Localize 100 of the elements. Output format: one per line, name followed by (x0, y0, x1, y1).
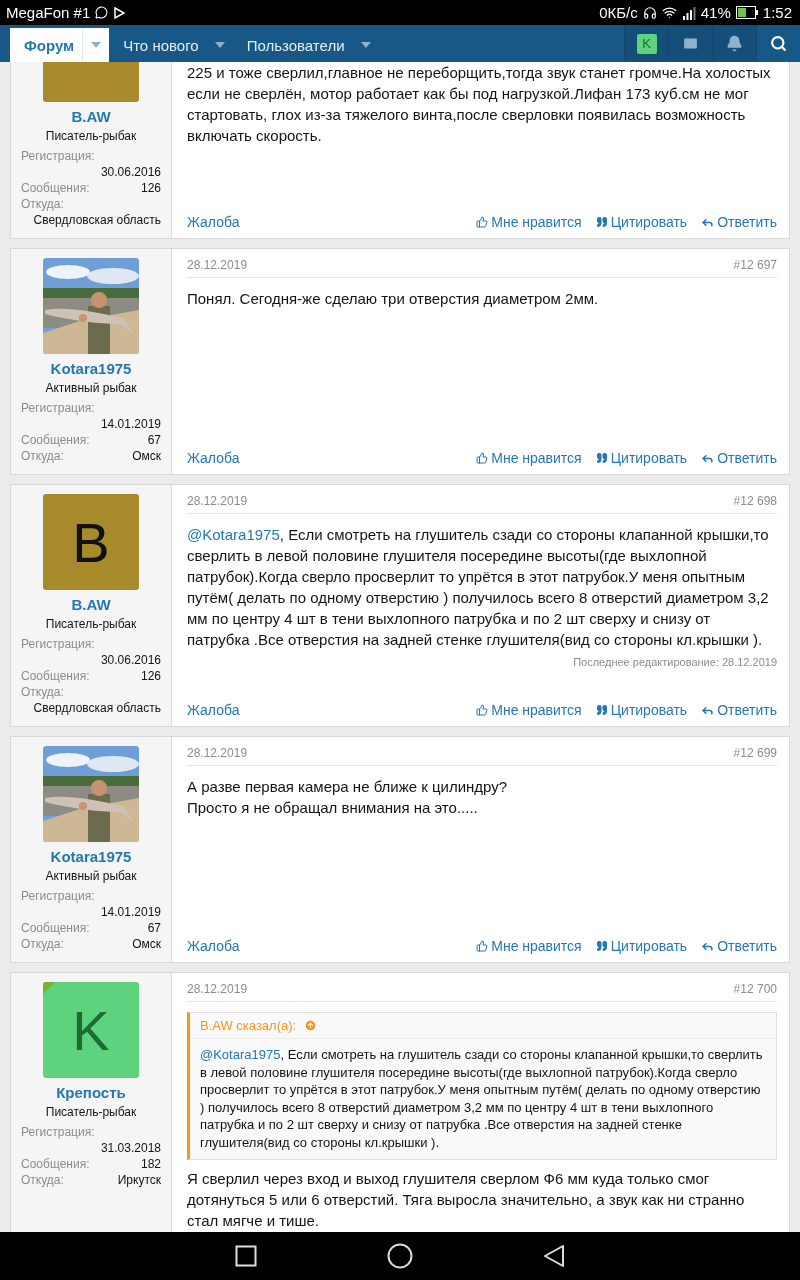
nav-tab[interactable]: Что нового (109, 28, 233, 62)
network-speed: 0КБ/с (599, 4, 638, 21)
stat-value: 30.06.2016 (100, 652, 161, 668)
stat-value: Свердловская область (33, 212, 161, 228)
report-link[interactable]: Жалоба (187, 214, 240, 230)
post-number[interactable]: #12 699 (733, 746, 777, 760)
avatar-letter: B (72, 509, 110, 575)
avatar[interactable]: B (43, 494, 139, 590)
stat-value: 67 (147, 432, 161, 448)
stat-label: Сообщения: (21, 1156, 91, 1172)
stat-label: Регистрация: (21, 148, 96, 164)
post-text: @Kotara1975, Если смотреть на глушитель сзади со стороны клапанной крышки,то сверлить в левой половине глушителя посередине высоты(где выхлопной патрубок).Когда сверло просверлит то упрётся в этот патрубок.У меня опытным путём( делать по одному отверстию ) получилось всего 8 отверстий диаметром 3,2 мм по центру 4 шт в тени выхлопного патрубка и по 2 шт сверху и снизу от патрубка .Все отверстия на задней стенке глушителя(вид со стороны кл.крышки ). (187, 525, 770, 650)
quote-icon (595, 940, 608, 952)
quote-link[interactable]: Цитировать (595, 702, 688, 718)
stat-value: 126 (140, 180, 161, 196)
avatar[interactable]: K (43, 982, 139, 1078)
stat-label: Регистрация: (21, 888, 96, 904)
stat-value: 14.01.2019 (100, 904, 161, 920)
stat-value: Омск (132, 448, 161, 464)
online-indicator (43, 982, 55, 994)
stat-value: Омск (132, 936, 161, 952)
quote-icon (595, 704, 608, 716)
user-title: Активный рыбак (45, 381, 137, 395)
post-text: Понял. Сегодня-же сделаю три отверстия диаметром 2мм. (187, 289, 600, 309)
username-link[interactable]: Kotara1975 (50, 848, 132, 865)
carrier-name: MegaFon #1 (6, 4, 91, 21)
reply-link[interactable]: Ответить (701, 450, 777, 466)
post-number[interactable]: #12 698 (733, 494, 777, 508)
wifi-icon (661, 5, 677, 20)
post-date: 28.12.2019 (187, 746, 248, 760)
reply-link[interactable]: Ответить (701, 938, 777, 954)
inbox-button[interactable] (668, 25, 712, 62)
like-link[interactable]: Мне нравится (476, 938, 582, 954)
post-date: 28.12.2019 (187, 258, 248, 272)
stat-value: 14.01.2019 (100, 416, 161, 432)
quote-icon (595, 216, 608, 228)
quote-link[interactable]: Цитировать (595, 214, 688, 230)
stat-label: Сообщения: (21, 920, 91, 936)
report-link[interactable]: Жалоба (187, 450, 240, 466)
thumbs-up-icon (476, 940, 489, 952)
stat-value: 31.03.2018 (100, 1140, 161, 1156)
nav-tab[interactable]: Форум (10, 28, 110, 62)
like-link[interactable]: Мне нравится (476, 214, 582, 230)
stat-value: 182 (140, 1156, 161, 1172)
stat-label: Сообщения: (21, 432, 91, 448)
edited-note: Последнее редактирование: 28.12.2019 (573, 656, 777, 668)
stat-value: Иркутск (117, 1172, 161, 1188)
stat-label: Откуда: (21, 1172, 65, 1188)
quote-link[interactable]: Цитировать (595, 938, 688, 954)
username-link[interactable]: B.AW (71, 596, 111, 613)
quote-text: @Kotara1975, Если смотреть на глушитель сзади со стороны клапанной крышки,то сверлить в левой половине глушителя посередине высоты(где выхлопной патрубок).Когда сверло просверлит то упрётся в этот патрубок.У меня опытным путём( делать по одному отверстию ) получилось всего 8 отверстий диаметром 3,2 мм по центру 4 шт в тени выхлопного патрубка и по 2 шт сверху и снизу от патрубка .Все отверстия на задней стенке глушителя(вид со стороны кл.крышки ). (199, 1046, 764, 1152)
user-title: Писатель-рыбак (45, 129, 137, 143)
post-date: 28.12.2019 (187, 494, 248, 508)
circle-icon[interactable] (387, 1243, 413, 1269)
stat-label: Откуда: (21, 196, 65, 212)
report-link[interactable]: Жалоба (187, 702, 240, 718)
post-date: 28.12.2019 (187, 982, 248, 996)
account-button[interactable]: K (624, 25, 668, 62)
caret-icon (360, 42, 371, 48)
bell-icon (726, 35, 743, 52)
username-link[interactable]: Крепость (56, 1084, 126, 1101)
quote-icon (595, 452, 608, 464)
report-link[interactable]: Жалоба (187, 938, 240, 954)
like-link[interactable]: Мне нравится (476, 450, 582, 466)
thumbs-up-icon (476, 704, 489, 716)
signal-icon (681, 5, 696, 20)
battery-icon (735, 6, 758, 19)
username-link[interactable]: Kotara1975 (50, 360, 132, 377)
play-icon (113, 6, 126, 19)
stat-value: 30.06.2016 (100, 164, 161, 180)
nav-tab[interactable]: Пользователи (232, 28, 379, 62)
square-icon[interactable] (235, 1245, 257, 1267)
stat-label: Откуда: (21, 684, 65, 700)
stat-label: Регистрация: (21, 1124, 96, 1140)
post-text: А разве первая камера не ближе к цилиндру? (187, 777, 509, 797)
like-link[interactable]: Мне нравится (476, 702, 582, 718)
user-title: Писатель-рыбак (45, 617, 137, 631)
user-title: Писатель-рыбак (45, 1105, 137, 1119)
reply-link[interactable]: Ответить (701, 702, 777, 718)
quote-link[interactable]: Цитировать (595, 450, 688, 466)
mention-link[interactable]: @Kotara1975 (187, 526, 280, 543)
reply-link[interactable]: Ответить (701, 214, 777, 230)
username-link[interactable]: B.AW (71, 108, 111, 125)
stat-label: Сообщения: (21, 180, 91, 196)
caret-icon (214, 42, 225, 48)
post-number[interactable]: #12 700 (733, 982, 777, 996)
triangle-icon[interactable] (543, 1244, 565, 1268)
search-icon (770, 35, 787, 52)
stat-label: Откуда: (21, 448, 65, 464)
post-text: Я сверлил через вход и выход глушителя сверлом Ф6 мм куда только смог дотянуться 5 или 6 отверстий. Тяга выросла значительно, а звук как ни странно стал мягче и тише. (187, 1169, 746, 1231)
post-text: 225 и тоже сверлил,главное не переборщить,тогда звук станет громче.На холостых если не сверлён, мотор работает как бы под нагрузкой.Лифан 173 куб.см не мог стартовать, глох из-за тяжелого винта,после сверловки появилась возможность включать скорость. (187, 63, 772, 146)
stat-label: Откуда: (21, 936, 65, 952)
alerts-button[interactable] (712, 25, 756, 62)
post-text: Просто я не обращал внимания на это..... (187, 798, 479, 818)
avatar-letter: K (72, 997, 110, 1063)
stat-value: 67 (147, 920, 161, 936)
post-number[interactable]: #12 697 (733, 258, 777, 272)
user-avatar: K (636, 33, 657, 54)
stat-label: Регистрация: (21, 400, 96, 416)
thumbs-up-icon (476, 216, 489, 228)
